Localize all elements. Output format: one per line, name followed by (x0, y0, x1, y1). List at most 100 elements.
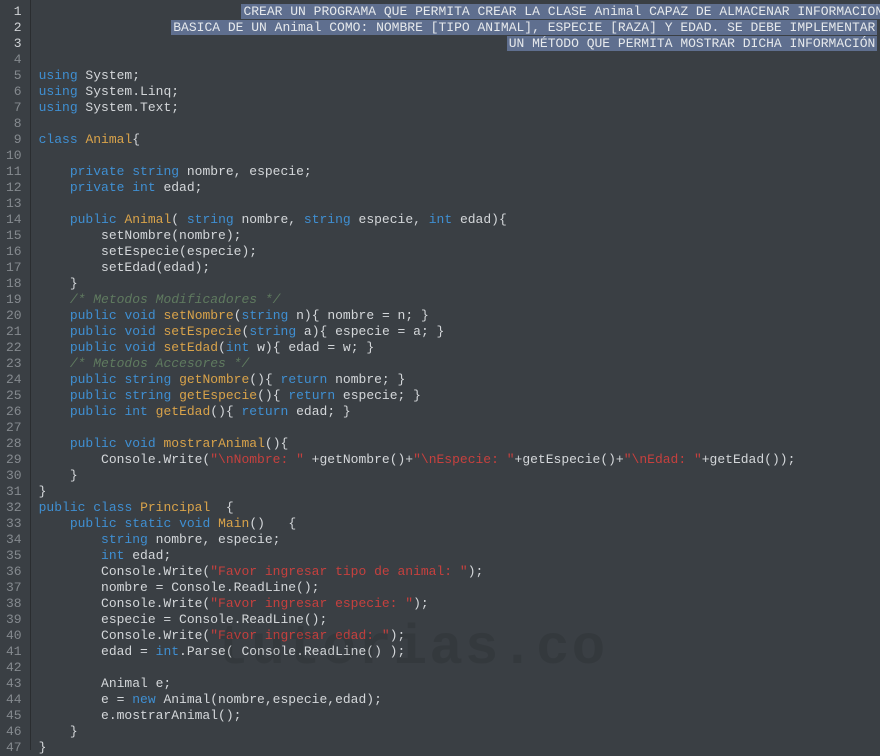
code-token: nombre, especie; (179, 164, 312, 179)
line-number: 11 (6, 164, 22, 180)
code-line[interactable]: } (39, 740, 880, 756)
code-token: a){ especie = a; } (296, 324, 444, 339)
line-number: 14 (6, 212, 22, 228)
code-line[interactable] (39, 196, 880, 212)
code-line[interactable]: CREAR UN PROGRAMA QUE PERMITA CREAR LA C… (39, 4, 880, 20)
code-line[interactable]: } (39, 468, 880, 484)
code-token (39, 164, 70, 179)
code-token: Animal(nombre,especie,edad); (156, 692, 382, 707)
line-number: 4 (6, 52, 22, 68)
code-token: nombre; } (327, 372, 405, 387)
code-line[interactable]: Animal e; (39, 676, 880, 692)
code-token: "\nNombre: " (210, 452, 304, 467)
code-line[interactable]: using System; (39, 68, 880, 84)
code-token: .Parse( Console.ReadLine() ); (179, 644, 405, 659)
code-line[interactable]: int edad; (39, 548, 880, 564)
code-token: int (124, 404, 147, 419)
code-line[interactable]: /* Metodos Accesores */ (39, 356, 880, 372)
code-token (39, 20, 172, 35)
code-line[interactable]: Console.Write("\nNombre: " +getNombre()+… (39, 452, 880, 468)
code-token: getNombre (179, 372, 249, 387)
line-number: 23 (6, 356, 22, 372)
code-line[interactable]: setEdad(edad); (39, 260, 880, 276)
code-token: public (70, 324, 117, 339)
code-line[interactable]: BASICA DE UN Animal COMO: NOMBRE [TIPO A… (39, 20, 880, 36)
code-line[interactable]: public static void Main() { (39, 516, 880, 532)
code-token: especie = Console.ReadLine(); (39, 612, 328, 627)
code-token: Console.Write( (39, 564, 211, 579)
code-line[interactable]: especie = Console.ReadLine(); (39, 612, 880, 628)
code-line[interactable]: nombre = Console.ReadLine(); (39, 580, 880, 596)
code-area[interactable]: tutorias.co CREAR UN PROGRAMA QUE PERMIT… (31, 0, 880, 750)
code-line[interactable]: public void setEdad(int w){ edad = w; } (39, 340, 880, 356)
code-line[interactable] (39, 116, 880, 132)
code-token: class (39, 132, 78, 147)
code-token: nombre, especie; (148, 532, 281, 547)
code-line[interactable]: setNombre(nombre); (39, 228, 880, 244)
code-line[interactable]: using System.Text; (39, 100, 880, 116)
line-number: 36 (6, 564, 22, 580)
code-token: string (187, 212, 234, 227)
code-line[interactable]: edad = int.Parse( Console.ReadLine() ); (39, 644, 880, 660)
code-token: edad){ (452, 212, 507, 227)
code-line[interactable]: public void mostrarAnimal(){ (39, 436, 880, 452)
code-token (39, 516, 70, 531)
code-line[interactable]: public int getEdad(){ return edad; } (39, 404, 880, 420)
code-line[interactable]: } (39, 276, 880, 292)
code-token: void (124, 436, 155, 451)
code-editor[interactable]: 1234567891011121314151617181920212223242… (0, 0, 880, 750)
code-line[interactable]: UN MÉTODO QUE PERMITA MOSTRAR DICHA INFO… (39, 36, 880, 52)
code-token: using (39, 68, 78, 83)
code-token: ( (171, 212, 187, 227)
line-number: 15 (6, 228, 22, 244)
code-token: +getNombre()+ (304, 452, 413, 467)
code-line[interactable]: } (39, 724, 880, 740)
code-token (171, 372, 179, 387)
code-token (39, 356, 70, 371)
code-line[interactable]: Console.Write("Favor ingresar tipo de an… (39, 564, 880, 580)
code-token: using (39, 84, 78, 99)
code-token: ); (390, 628, 406, 643)
code-line[interactable]: Console.Write("Favor ingresar especie: "… (39, 596, 880, 612)
line-number: 27 (6, 420, 22, 436)
code-line[interactable]: public Animal( string nombre, string esp… (39, 212, 880, 228)
code-line[interactable]: /* Metodos Modificadores */ (39, 292, 880, 308)
code-token: return (281, 372, 328, 387)
code-line[interactable]: public void setEspecie(string a){ especi… (39, 324, 880, 340)
code-token: int (101, 548, 124, 563)
code-line[interactable] (39, 148, 880, 164)
line-number: 12 (6, 180, 22, 196)
code-line[interactable] (39, 420, 880, 436)
code-token (39, 548, 101, 563)
code-token: string (249, 324, 296, 339)
code-line[interactable]: public string getNombre(){ return nombre… (39, 372, 880, 388)
code-token: void (124, 340, 155, 355)
code-line[interactable]: private string nombre, especie; (39, 164, 880, 180)
code-line[interactable]: e.mostrarAnimal(); (39, 708, 880, 724)
code-token: (){ (249, 372, 280, 387)
code-line[interactable]: using System.Linq; (39, 84, 880, 100)
code-token: UN MÉTODO QUE PERMITA MOSTRAR DICHA INFO… (507, 36, 878, 51)
code-line[interactable]: Console.Write("Favor ingresar edad: "); (39, 628, 880, 644)
code-token (39, 4, 242, 19)
code-line[interactable] (39, 660, 880, 676)
code-line[interactable]: } (39, 484, 880, 500)
code-token (39, 308, 70, 323)
code-token: /* Metodos Modificadores */ (70, 292, 281, 307)
code-line[interactable]: e = new Animal(nombre,especie,edad); (39, 692, 880, 708)
code-line[interactable]: string nombre, especie; (39, 532, 880, 548)
code-line[interactable]: public string getEspecie(){ return espec… (39, 388, 880, 404)
line-number: 39 (6, 612, 22, 628)
code-line[interactable]: private int edad; (39, 180, 880, 196)
code-token: setNombre (163, 308, 233, 323)
line-number: 13 (6, 196, 22, 212)
code-token: "Favor ingresar tipo de animal: " (210, 564, 467, 579)
line-number: 17 (6, 260, 22, 276)
code-line[interactable]: class Animal{ (39, 132, 880, 148)
code-token: int (226, 340, 249, 355)
code-token: static (124, 516, 171, 531)
code-line[interactable]: public void setNombre(string n){ nombre … (39, 308, 880, 324)
code-line[interactable]: setEspecie(especie); (39, 244, 880, 260)
code-line[interactable]: public class Principal { (39, 500, 880, 516)
code-line[interactable] (39, 52, 880, 68)
